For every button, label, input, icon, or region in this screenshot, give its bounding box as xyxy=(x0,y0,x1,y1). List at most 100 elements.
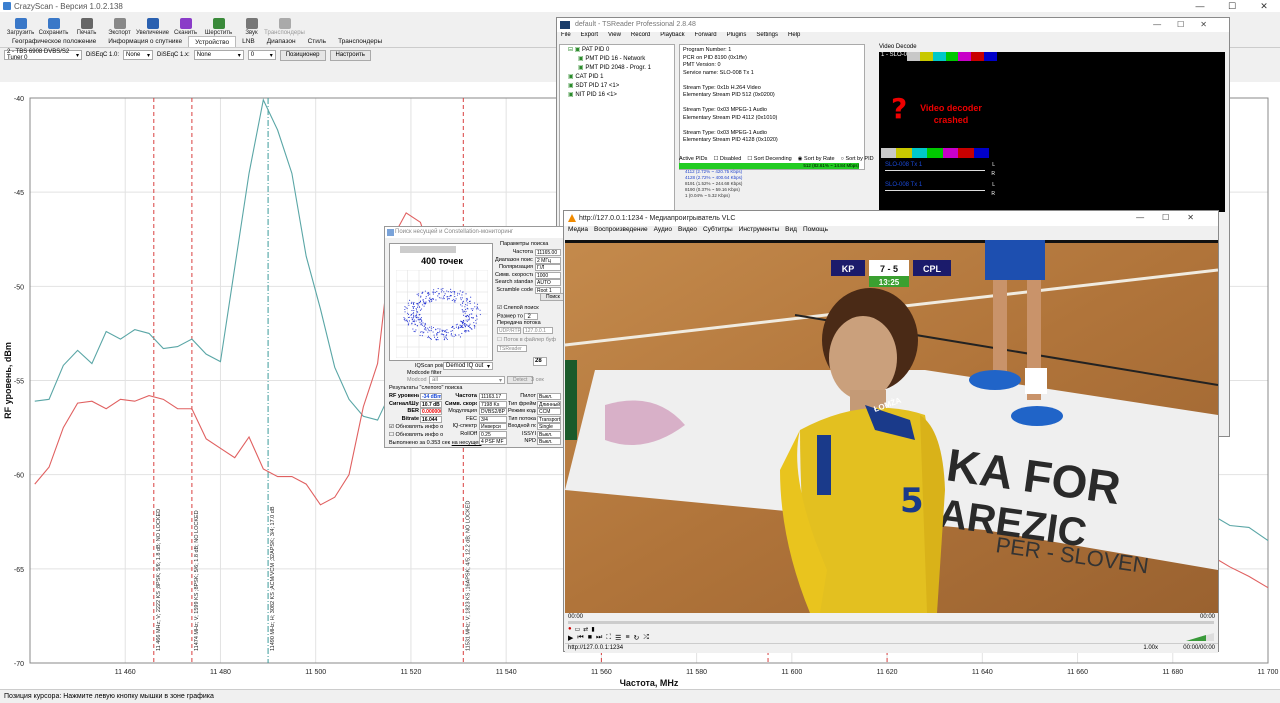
diseqc11-select[interactable]: None ▾ xyxy=(193,50,244,60)
vlc-window-controls[interactable]: —☐✕ xyxy=(1136,213,1212,222)
volume-slider[interactable] xyxy=(1186,633,1214,641)
tree-item[interactable]: ▣ CAT PID 1 xyxy=(562,73,672,82)
constellation-point xyxy=(412,306,415,308)
tree-item[interactable]: ▣ PMT PID 16 - Network xyxy=(562,55,672,64)
toolbar-button-6[interactable]: Шерстить xyxy=(202,12,235,36)
position-select[interactable]: 0 ▾ xyxy=(247,50,276,60)
tab-5[interactable]: Стиль xyxy=(302,36,332,47)
prev-icon[interactable]: ⏮ xyxy=(577,634,583,642)
tree-item[interactable]: ⊟ ▣ PAT PID 0 xyxy=(562,46,672,55)
search-button[interactable]: Поиск xyxy=(540,293,566,301)
loop-ab-icon[interactable]: ⇄ xyxy=(583,626,588,633)
tab-0[interactable]: Географическое положение xyxy=(6,36,102,47)
tab-1[interactable]: Информация о спутнике xyxy=(102,36,188,47)
iq-scan-select[interactable]: Demod IQ out ▾ xyxy=(443,362,493,370)
positioner-button[interactable]: Позиционер xyxy=(279,49,326,61)
tree-item[interactable]: ▣ PMT PID 2048 - Progr. 1 xyxy=(562,64,672,73)
param-value[interactable]: AUTO xyxy=(535,279,561,286)
constellation-point xyxy=(408,322,410,324)
tsreader-menu-item[interactable]: Help xyxy=(788,32,800,42)
tab-4[interactable]: Диапазон xyxy=(261,36,302,47)
play-icon[interactable]: ▶ xyxy=(568,634,573,642)
scoreboard-clock: 13:25 xyxy=(879,278,900,287)
tuner-select[interactable]: 2 - TBS 6908 DVBS/S2 Tuner 0 ▾ xyxy=(4,49,82,61)
diseqc10-select[interactable]: None ▾ xyxy=(123,50,154,60)
tsreader-menu-item[interactable]: Plugins xyxy=(727,32,747,42)
stop-icon[interactable]: ■ xyxy=(588,634,592,642)
param-value[interactable]: 1000 xyxy=(535,271,561,279)
tsreader-menu-item[interactable]: Forward xyxy=(695,32,717,42)
tab-6[interactable]: Транспондеры xyxy=(332,36,388,47)
opt-sort-pid[interactable]: ○ Sort by PID xyxy=(841,156,874,162)
tab-3[interactable]: LNB xyxy=(236,36,261,47)
tsreader-menu-item[interactable]: File xyxy=(561,32,571,42)
param-value[interactable]: Г/Л xyxy=(535,264,561,271)
constellation-point xyxy=(466,314,469,317)
count-field[interactable]: 28 xyxy=(533,357,547,366)
vlc-menu-item[interactable]: Вид xyxy=(785,226,797,237)
constellation-point xyxy=(437,328,439,330)
toolbar-button-2[interactable]: Печать xyxy=(70,12,103,36)
detect-button[interactable]: Detect xyxy=(507,376,534,384)
blind-search-checkbox[interactable]: ☑ Слепой поиск xyxy=(497,305,539,312)
playlist-settings-icon[interactable]: ☰ xyxy=(615,634,621,642)
opt-sort-desc[interactable]: ☐ Sort Decending xyxy=(747,156,791,162)
vlc-menu-item[interactable]: Медиа xyxy=(568,226,588,237)
tsreader-menu-item[interactable]: Settings xyxy=(756,32,778,42)
tsreader-menu-item[interactable]: Record xyxy=(631,32,650,42)
toolbar-button-0[interactable]: Загрузить xyxy=(4,12,37,36)
param-value[interactable]: 2 МГц xyxy=(535,256,561,264)
toolbar-button-1[interactable]: Сохранить xyxy=(37,12,70,36)
tree-item[interactable]: ▣ NIT PID 16 <1> xyxy=(562,91,672,100)
tsreader-menu-item[interactable]: Export xyxy=(581,32,598,42)
loop-icon[interactable]: ↻ xyxy=(634,634,640,642)
record-icon[interactable]: ● xyxy=(568,626,572,633)
opt-sort-rate[interactable]: ◉ Sort by Rate xyxy=(798,156,835,162)
vlc-menu-item[interactable]: Видео xyxy=(678,226,697,237)
param-value[interactable]: 11165.00 xyxy=(535,249,561,256)
toolbar-button-5[interactable]: Сканить xyxy=(169,12,202,36)
shuffle-icon[interactable]: ⤮ xyxy=(643,634,649,642)
snapshot-icon[interactable]: ▭ xyxy=(575,626,581,633)
vlc-menu-item[interactable]: Воспроизведение xyxy=(594,226,648,237)
fullscreen-icon[interactable]: ⛶ xyxy=(606,634,611,642)
frame-step-icon[interactable]: ▮ xyxy=(591,626,594,633)
opt-disabled[interactable]: ☐ Disabled xyxy=(713,156,741,162)
tsreader-menu-item[interactable]: Playback xyxy=(660,32,684,42)
size-select[interactable]: 2 xyxy=(524,313,539,320)
stream-protocol[interactable]: UDP/RTP xyxy=(497,327,521,334)
update-info-2[interactable]: ☐ Обновлять инфо о xyxy=(389,432,443,439)
param-label: Поляризация xyxy=(499,264,533,270)
tsreader-field[interactable]: TSReader xyxy=(497,345,527,352)
tsreader-window-controls[interactable]: —☐✕ xyxy=(1153,20,1223,29)
vlc-menu-item[interactable]: Инструменты xyxy=(739,226,780,237)
tsreader-pid-tree[interactable]: ⊟ ▣ PAT PID 0 ▣ PMT PID 16 - Network ▣ PMT… xyxy=(559,44,675,236)
next-icon[interactable]: ⏭ xyxy=(596,634,602,642)
tree-item[interactable]: ▣ SDT PID 17 <1> xyxy=(562,82,672,91)
playback-speed[interactable]: 1.00x xyxy=(1143,645,1158,651)
constellation-point xyxy=(421,308,423,310)
toolbar-button-8[interactable]: Транспондеры xyxy=(264,12,305,36)
param-value[interactable]: Root 1 xyxy=(535,286,561,294)
modcode-select[interactable]: all ▾ xyxy=(429,376,505,384)
playlist-icon[interactable]: ≡ xyxy=(625,634,629,642)
vlc-menu-item[interactable]: Субтитры xyxy=(703,226,733,237)
vlc-video-output[interactable]: KA FOR AREZIC PER - SLOVEN 5 ŁOMŻA KP 7 … xyxy=(565,240,1218,613)
toolbar-button-7[interactable]: Звук xyxy=(235,12,268,36)
seek-bar[interactable] xyxy=(568,621,1214,624)
toolbar-button-3[interactable]: Экспорт xyxy=(103,12,136,36)
pid-row[interactable]: 1 (0.04% ~ 5.32 Kbps) xyxy=(679,193,859,199)
configure-button[interactable]: Настроить xyxy=(329,49,371,61)
vlc-menu-item[interactable]: Помощь xyxy=(803,226,828,237)
stream-to-file[interactable]: ☐ Поток в файлер буф xyxy=(497,337,556,344)
minimize-button[interactable]: — xyxy=(1184,0,1216,12)
toolbar-button-4[interactable]: Увеличение xyxy=(136,12,169,36)
stream-address[interactable]: 127.0.0.1 xyxy=(523,327,553,334)
constellation-point xyxy=(467,302,469,304)
close-button[interactable]: ✕ xyxy=(1248,0,1280,12)
tsreader-menu-item[interactable]: View xyxy=(608,32,621,42)
vlc-menu-item[interactable]: Аудио xyxy=(654,226,672,237)
tab-2[interactable]: Устройство xyxy=(188,36,237,47)
maximize-button[interactable]: ☐ xyxy=(1216,0,1248,12)
update-info-1[interactable]: ☑ Обновлять инфо о xyxy=(389,424,443,431)
